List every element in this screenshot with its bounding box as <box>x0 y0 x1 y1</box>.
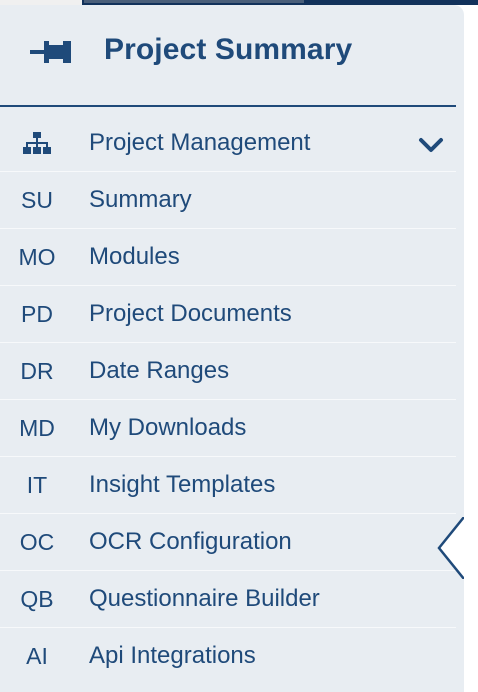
sidebar-item-code: MO <box>18 244 56 270</box>
sidebar-item-code: OC <box>19 529 55 555</box>
page-title: Project Summary <box>104 33 353 66</box>
sidebar-item-code: IT <box>26 472 48 498</box>
sidebar-header: Project Summary <box>0 5 456 107</box>
sidebar-item-insight-templates[interactable]: IT Insight Templates <box>0 457 456 514</box>
sidebar-item-label: Project Management <box>89 129 311 156</box>
sidebar-item-modules[interactable]: MO Modules <box>0 229 456 286</box>
sidebar-item-code: MD <box>19 415 55 441</box>
sidebar-item-label: Insight Templates <box>89 471 276 498</box>
sidebar-item-questionnaire-builder[interactable]: QB Questionnaire Builder <box>0 571 456 628</box>
sidebar-item-label: Project Documents <box>89 300 292 327</box>
sidebar-item-summary[interactable]: SU Summary <box>0 172 456 229</box>
sitemap-icon <box>23 132 51 154</box>
sidebar-item-label: My Downloads <box>89 414 247 441</box>
sidebar-item-label: OCR Configuration <box>89 528 292 555</box>
sidebar-item-code: PD <box>21 301 53 327</box>
sidebar-menu: Project Management SU Summary MO Modules… <box>0 115 456 684</box>
sidebar-item-my-downloads[interactable]: MD My Downloads <box>0 400 456 457</box>
sidebar-item-code: AI <box>26 643 48 669</box>
sidebar-item-ocr-configuration[interactable]: OC OCR Configuration <box>0 514 456 571</box>
pin-icon[interactable] <box>30 39 74 65</box>
sidebar-item-label: Api Integrations <box>89 642 256 669</box>
content-edge <box>464 5 478 692</box>
sidebar-item-date-ranges[interactable]: DR Date Ranges <box>0 343 456 400</box>
sidebar: Project Summary Project Management SU Su… <box>0 5 464 692</box>
chevron-down-icon[interactable] <box>418 137 444 153</box>
sidebar-item-label: Questionnaire Builder <box>89 585 320 612</box>
sidebar-item-project-documents[interactable]: PD Project Documents <box>0 286 456 343</box>
top-bar-tab <box>84 0 304 3</box>
sidebar-item-code: QB <box>20 586 54 612</box>
sidebar-item-api-integrations[interactable]: AI Api Integrations <box>0 628 456 684</box>
sidebar-item-label: Summary <box>89 186 192 213</box>
sidebar-item-code: DR <box>20 358 54 384</box>
sidebar-item-label: Modules <box>89 243 180 270</box>
sidebar-item-label: Date Ranges <box>89 357 230 384</box>
sidebar-item-project-management[interactable]: Project Management <box>0 115 456 172</box>
sidebar-item-code: SU <box>21 187 53 213</box>
collapse-sidebar-tab[interactable] <box>436 517 464 579</box>
